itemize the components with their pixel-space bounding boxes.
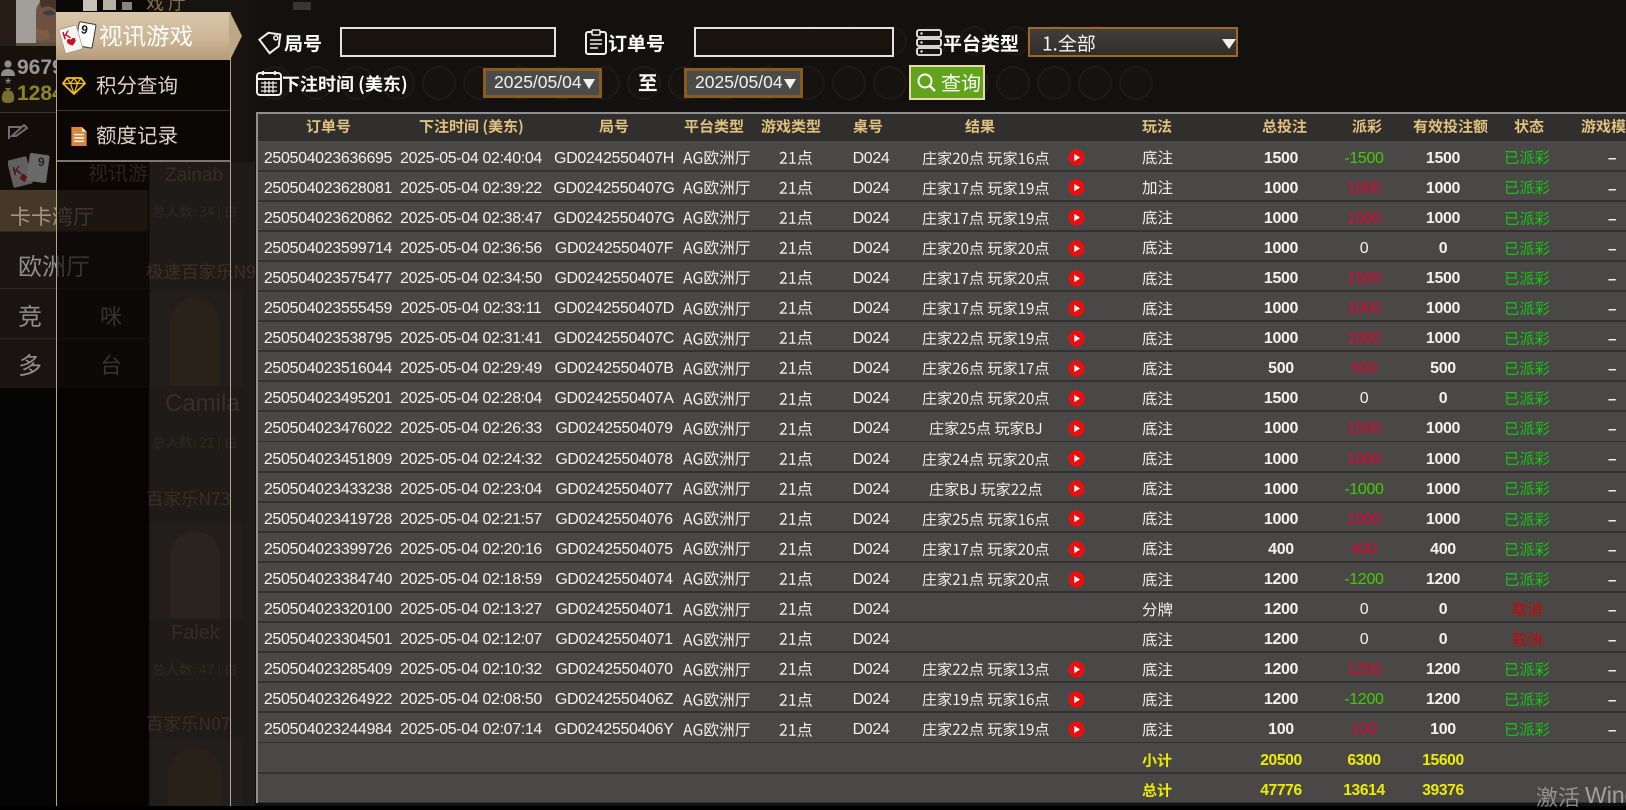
svg-text:9: 9: [38, 155, 45, 169]
